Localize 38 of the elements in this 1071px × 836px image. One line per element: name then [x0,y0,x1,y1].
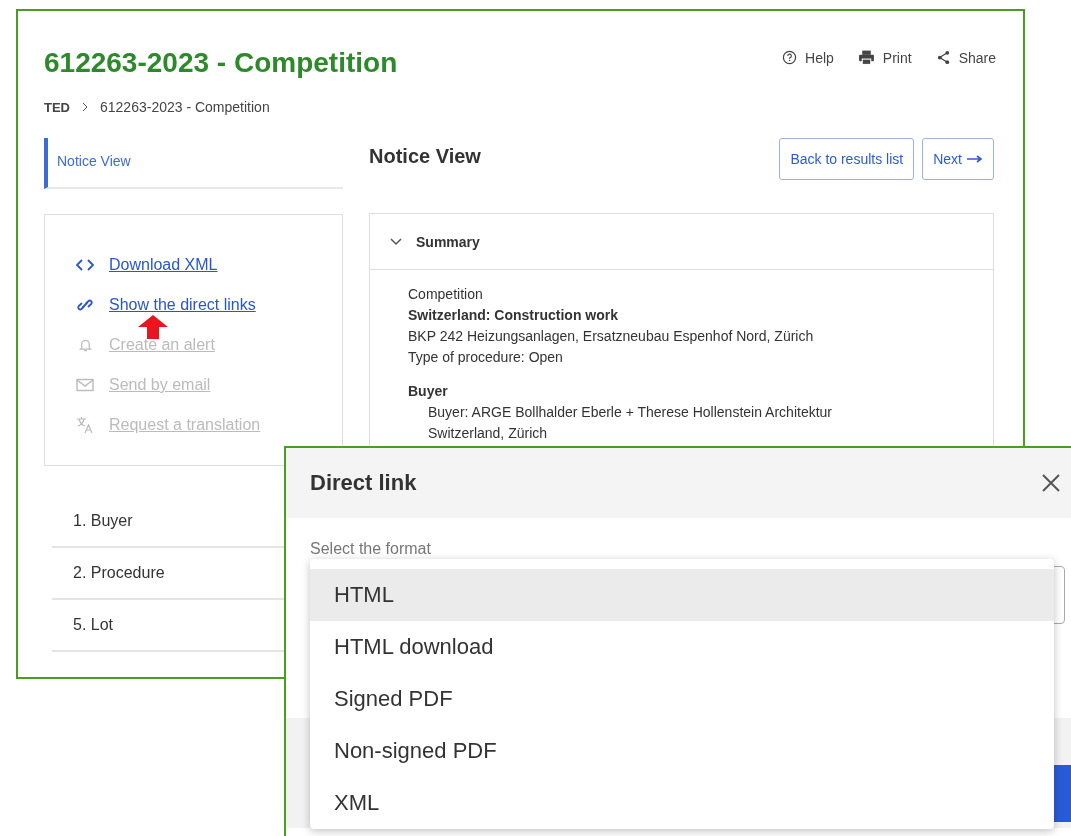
section-heading: Notice View [369,145,481,168]
panel-title: Summary [416,233,480,250]
header-link[interactable]: Help [782,49,834,66]
header-link[interactable]: Print [857,49,912,66]
summary-text: Switzerland: Construction work [408,306,619,325]
chevron-icon [82,102,88,112]
envelope-icon [76,378,94,392]
action-link[interactable]: Download XML [109,256,218,274]
nav-button[interactable]: Back to results list [779,138,915,180]
side-nav-item[interactable]: Notice View [44,138,343,189]
summary-text: Switzerland, Zürich [427,424,549,443]
translate-icon [76,416,94,434]
dropdown-option[interactable]: Signed PDF [310,673,1054,725]
close-icon[interactable] [1041,473,1061,493]
header-link[interactable]: Share [935,49,996,66]
link-icon [77,297,93,313]
breadcrumb-link[interactable]: 612263-2023 - Competition [100,99,270,115]
summary-text: Buyer: ARGE Bollhalder Eberle + Therese Hollenstein Architektur [427,403,833,422]
nav-button[interactable]: Next [922,138,994,180]
dropdown-option[interactable]: Non-signed PDF [310,725,1054,777]
chevron-icon[interactable] [390,237,402,246]
action-link[interactable]: Show the direct links [109,296,256,314]
dropdown-option[interactable]: HTML [310,569,1054,621]
summary-text: Competition [408,285,484,304]
page-title: 612263-2023 - Competition [44,46,398,80]
help-icon [782,50,798,65]
summary-text: BKP 242 Heizungsanlagen, Ersatzneubau Espenhof Nord, Zürich [408,327,815,346]
code-icon [76,259,94,271]
arrow-right-icon [967,155,983,163]
summary-text: Type of procedure: Open [408,348,564,367]
dropdown-option[interactable]: XML [310,777,1054,829]
arrow-icon [137,315,169,339]
dialog-title: Direct link [310,470,417,496]
share-icon [935,50,951,65]
bell-icon [77,337,93,353]
printer-icon [857,49,875,66]
summary-heading: Buyer [408,382,449,401]
breadcrumb-link[interactable]: TED [44,99,70,115]
